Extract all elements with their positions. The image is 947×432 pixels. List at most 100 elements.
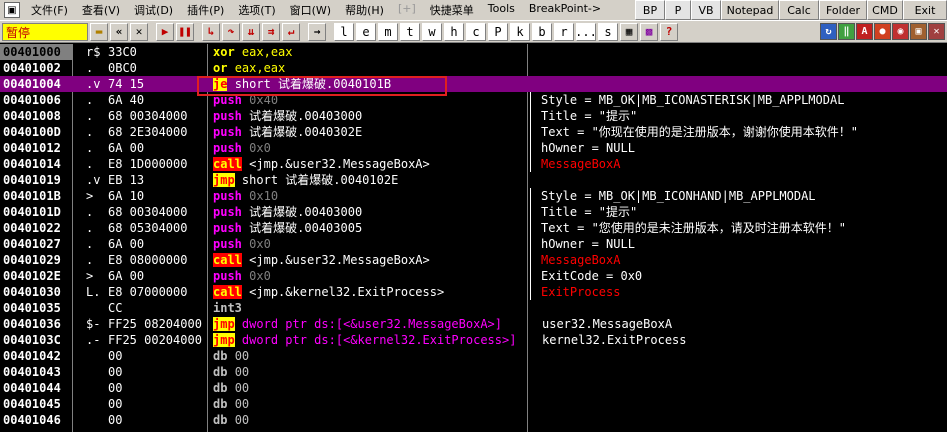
window-button[interactable]: b <box>532 22 552 41</box>
stop-plugin-icon[interactable]: ◉ <box>892 23 909 40</box>
window-button[interactable]: c <box>466 22 486 41</box>
window-button[interactable]: m <box>378 22 398 41</box>
comment: user32.MessageBoxA <box>542 317 673 331</box>
plugin-button-p[interactable]: P <box>665 0 691 20</box>
disasm-row[interactable]: 00401012. 6A 00 push 0x0 hOwner = NULL <box>0 140 947 156</box>
plugin-button-exit[interactable]: Exit <box>903 0 947 20</box>
disasm-row[interactable]: 00401006. 6A 40 push 0x40 Style = MB_OK|MB_… <box>0 92 947 108</box>
disasm-row[interactable]: 00401022. 68 05304000 push 试着爆破.00403005 Te… <box>0 220 947 236</box>
goto-icon[interactable]: → <box>308 22 326 41</box>
window-button[interactable]: r <box>554 22 574 41</box>
step-over-icon[interactable]: ↷ <box>222 22 240 41</box>
trace-into-icon[interactable]: ⇊ <box>242 22 260 41</box>
menu-item[interactable]: [+] <box>391 2 423 18</box>
disasm-row[interactable]: 0040102E >6A 00 push 0x0 ExitCode = 0x0 <box>0 268 947 284</box>
jump-marker: . <box>86 221 94 235</box>
menu-item[interactable]: 窗口(W) <box>283 2 338 18</box>
record-plugin-icon[interactable]: ● <box>874 23 891 40</box>
disasm-row[interactable]: 00401036 $- FF25 08204000 jmp dword ptr ds:… <box>0 316 947 332</box>
window-button[interactable]: w <box>422 22 442 41</box>
disassembly: jmp dword ptr ds:[<&user32.MessageBoxA>] <box>213 316 525 332</box>
disasm-row[interactable]: 00401035 CC int3 <box>0 300 947 316</box>
menu-item[interactable]: 调试(D) <box>127 2 180 18</box>
close-icon[interactable]: ✕ <box>130 22 148 41</box>
text-plugin-icon[interactable]: A <box>856 23 873 40</box>
disassembly: push 0x10 <box>213 188 525 204</box>
disasm-row[interactable]: 00401043 00 db 00 <box>0 364 947 380</box>
restart-icon[interactable]: « <box>110 22 128 41</box>
step-into-icon[interactable]: ↳ <box>202 22 220 41</box>
menu-item[interactable]: 选项(T) <box>231 2 282 18</box>
disasm-row[interactable]: 00401008. 68 00304000 push 试着爆破.00403000 Ti… <box>0 108 947 124</box>
disassembly: db 00 <box>213 396 525 412</box>
plugin-button-bp[interactable]: BP <box>635 0 665 20</box>
disasm-row[interactable]: 00401029. E8 08000000 call <jmp.&user32.Me… <box>0 252 947 268</box>
help-icon[interactable]: ? <box>660 22 678 41</box>
disasm-row[interactable]: 00401004 .v 74 15 je short 试着爆破.0040101B <box>0 76 947 92</box>
disasm-row[interactable]: 0040101B >6A 10 push 0x10 Style = MB_OK|MB_… <box>0 188 947 204</box>
window-button[interactable]: k <box>510 22 530 41</box>
pause-icon[interactable]: ❚❚ <box>176 22 194 41</box>
plugin-button-notepad[interactable]: Notepad <box>721 0 779 20</box>
disasm-row[interactable]: 0040103C .- FF25 00204000 jmp dword ptr ds:… <box>0 332 947 348</box>
menu-item[interactable]: 帮助(H) <box>338 2 391 18</box>
disasm-row[interactable]: 00401027. 6A 00 push 0x0 hOwner = NULL <box>0 236 947 252</box>
window-button[interactable]: l <box>334 22 354 41</box>
tools-plugin-icon[interactable]: ✕ <box>928 23 945 40</box>
operands: 0x0 <box>249 141 271 155</box>
image-plugin-icon[interactable]: ▣ <box>910 23 927 40</box>
refresh-plugin-icon[interactable]: ↻ <box>820 23 837 40</box>
disasm-row[interactable]: 0040101D. 68 00304000 push 试着爆破.00403000 Ti… <box>0 204 947 220</box>
options-icon[interactable]: ▦ <box>620 22 638 41</box>
hex-dump: E8 1D000000 <box>108 157 188 171</box>
disasm-row[interactable]: 00401042 00 db 00 <box>0 348 947 364</box>
disassembly-pane[interactable]: 00401000 r$ 33C0 xor eax,eax 00401002. 0BC0 or… <box>0 44 947 432</box>
plugin-button-vb[interactable]: VB <box>691 0 721 20</box>
disassembly: push 试着爆破.00403005 <box>213 220 525 236</box>
operands: <jmp.&user32.MessageBoxA> <box>249 157 430 171</box>
menu-item[interactable]: 快捷菜单 <box>423 2 481 18</box>
plugin-button-cmd[interactable]: CMD <box>867 0 903 20</box>
mnemonic: push <box>213 189 242 203</box>
disasm-row[interactable]: 00401045 00 db 00 <box>0 396 947 412</box>
menu-item[interactable]: BreakPoint-> <box>522 2 608 18</box>
disasm-row[interactable]: 00401046 00 db 00 <box>0 412 947 428</box>
menu-item[interactable]: 插件(P) <box>180 2 231 18</box>
operands: 00 <box>234 349 250 363</box>
window-button[interactable]: s <box>598 22 618 41</box>
disassembly: db 00 <box>213 364 525 380</box>
menu-item[interactable]: 查看(V) <box>75 2 127 18</box>
jump-marker: . <box>86 61 94 75</box>
menu-item[interactable]: 文件(F) <box>24 2 75 18</box>
pause-plugin-icon[interactable]: ‖ <box>838 23 855 40</box>
disasm-row[interactable]: 00401014. E8 1D000000 call <jmp.&user32.Me… <box>0 156 947 172</box>
execute-till-return-icon[interactable]: ↵ <box>282 22 300 41</box>
disasm-row[interactable]: 0040100D. 68 2E304000 push 试着爆破.0040302E Te… <box>0 124 947 140</box>
disasm-row[interactable]: 00401019 .v EB 13 jmp short 试着爆破.0040102E <box>0 172 947 188</box>
open-icon[interactable]: ▬ <box>90 22 108 41</box>
comment: Title = "提示" <box>530 108 947 124</box>
hex-dump: 6A 00 <box>108 141 145 155</box>
window-button[interactable]: h <box>444 22 464 41</box>
jump-marker: .- <box>86 333 101 347</box>
window-button[interactable]: e <box>356 22 376 41</box>
disasm-row[interactable]: 00401002. 0BC0 or eax,eax <box>0 60 947 76</box>
window-button[interactable]: ... <box>575 22 597 41</box>
menu-item[interactable]: Tools <box>481 2 522 18</box>
mnemonic: je <box>213 77 228 91</box>
plugin-button-calc[interactable]: Calc <box>779 0 819 20</box>
disasm-row[interactable]: 00401044 00 db 00 <box>0 380 947 396</box>
jump-marker: . <box>86 141 94 155</box>
operands: dword ptr ds:[<&user32.MessageBoxA>] <box>241 317 503 331</box>
disasm-row[interactable]: 00401000 r$ 33C0 xor eax,eax <box>0 44 947 60</box>
jump-marker: . <box>86 93 94 107</box>
plugin-button-folder[interactable]: Folder <box>819 0 867 20</box>
window-button[interactable]: P <box>488 22 508 41</box>
disasm-row[interactable]: 00401030 L. E8 07000000 call <jmp.&kernel32… <box>0 284 947 300</box>
run-icon[interactable]: ▶ <box>156 22 174 41</box>
jump-marker: > <box>86 189 94 203</box>
trace-over-icon[interactable]: ⇉ <box>262 22 280 41</box>
jump-marker: . <box>86 253 94 267</box>
appearance-icon[interactable]: ▩ <box>640 22 658 41</box>
window-button[interactable]: t <box>400 22 420 41</box>
